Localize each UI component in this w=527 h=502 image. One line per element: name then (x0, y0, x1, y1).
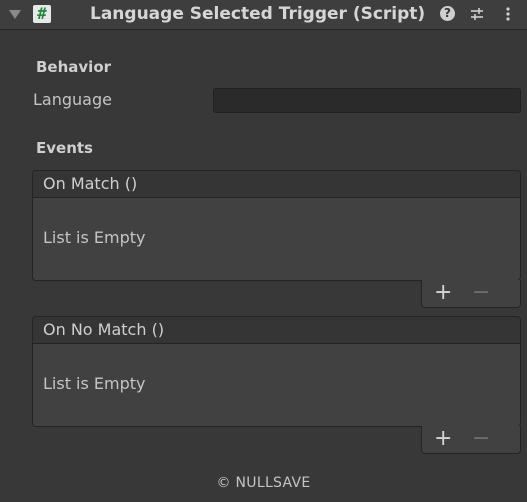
on-match-list-controls: + − (421, 280, 521, 308)
on-match-add-button[interactable]: + (434, 282, 452, 304)
on-match-empty-text: List is Empty (43, 228, 146, 247)
on-match-list: List is Empty (33, 198, 520, 280)
on-no-match-list-controls: + − (421, 426, 521, 454)
script-icon: # (33, 5, 51, 23)
copyright-text: © NULLSAVE (216, 475, 311, 491)
behavior-section-label: Behavior (36, 58, 112, 76)
kebab-menu-icon[interactable] (503, 6, 519, 22)
on-no-match-remove-button[interactable]: − (472, 428, 490, 450)
component-title: Language Selected Trigger (Script) (90, 4, 426, 24)
component-header: # Language Selected Trigger (Script) ? (0, 0, 527, 30)
on-no-match-event: On No Match () List is Empty (32, 316, 521, 427)
on-no-match-empty-text: List is Empty (43, 374, 146, 393)
help-icon[interactable]: ? (440, 6, 455, 21)
foldout-arrow-icon[interactable] (9, 10, 21, 19)
events-section-label: Events (36, 139, 93, 157)
on-no-match-add-button[interactable]: + (434, 428, 452, 450)
on-match-header: On Match () (33, 171, 520, 198)
language-label: Language (33, 90, 112, 109)
language-field[interactable] (213, 88, 521, 113)
on-match-event: On Match () List is Empty (32, 170, 521, 281)
preset-icon[interactable] (469, 6, 485, 22)
on-match-remove-button[interactable]: − (472, 282, 490, 304)
on-no-match-header: On No Match () (33, 317, 520, 344)
on-no-match-list: List is Empty (33, 344, 520, 426)
